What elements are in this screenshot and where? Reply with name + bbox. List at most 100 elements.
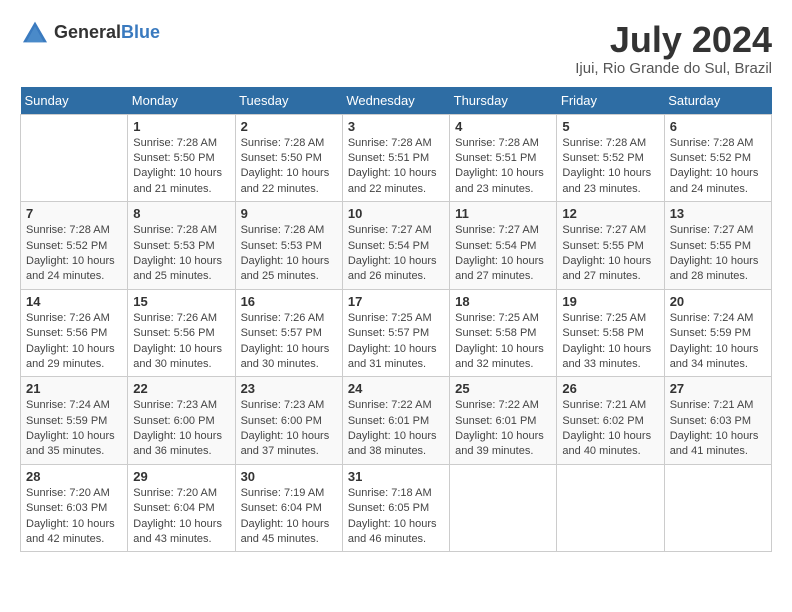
- calendar-cell: 29 Sunrise: 7:20 AMSunset: 6:04 PMDaylig…: [128, 464, 235, 552]
- cell-info: Sunrise: 7:26 AMSunset: 5:56 PMDaylight:…: [26, 312, 115, 370]
- calendar-header-row: Sunday Monday Tuesday Wednesday Thursday…: [21, 87, 772, 115]
- day-number: 11: [455, 206, 551, 221]
- logo-blue: Blue: [121, 22, 160, 42]
- cell-info: Sunrise: 7:22 AMSunset: 6:01 PMDaylight:…: [455, 399, 544, 457]
- day-number: 15: [133, 294, 229, 309]
- calendar-week-row: 14 Sunrise: 7:26 AMSunset: 5:56 PMDaylig…: [21, 289, 772, 377]
- day-number: 16: [241, 294, 337, 309]
- day-number: 6: [670, 119, 766, 134]
- day-number: 30: [241, 469, 337, 484]
- calendar-cell: [21, 114, 128, 202]
- cell-info: Sunrise: 7:28 AMSunset: 5:53 PMDaylight:…: [241, 224, 330, 282]
- cell-info: Sunrise: 7:28 AMSunset: 5:52 PMDaylight:…: [670, 137, 759, 195]
- cell-info: Sunrise: 7:18 AMSunset: 6:05 PMDaylight:…: [348, 487, 437, 545]
- calendar-cell: 18 Sunrise: 7:25 AMSunset: 5:58 PMDaylig…: [450, 289, 557, 377]
- cell-info: Sunrise: 7:20 AMSunset: 6:04 PMDaylight:…: [133, 487, 222, 545]
- calendar-cell: 23 Sunrise: 7:23 AMSunset: 6:00 PMDaylig…: [235, 377, 342, 465]
- col-tuesday: Tuesday: [235, 87, 342, 115]
- cell-info: Sunrise: 7:28 AMSunset: 5:52 PMDaylight:…: [26, 224, 115, 282]
- calendar-cell: 1 Sunrise: 7:28 AMSunset: 5:50 PMDayligh…: [128, 114, 235, 202]
- cell-info: Sunrise: 7:24 AMSunset: 5:59 PMDaylight:…: [26, 399, 115, 457]
- calendar-cell: 2 Sunrise: 7:28 AMSunset: 5:50 PMDayligh…: [235, 114, 342, 202]
- calendar-week-row: 7 Sunrise: 7:28 AMSunset: 5:52 PMDayligh…: [21, 202, 772, 290]
- cell-info: Sunrise: 7:27 AMSunset: 5:55 PMDaylight:…: [562, 224, 651, 282]
- calendar-cell: 20 Sunrise: 7:24 AMSunset: 5:59 PMDaylig…: [664, 289, 771, 377]
- cell-info: Sunrise: 7:27 AMSunset: 5:55 PMDaylight:…: [670, 224, 759, 282]
- calendar-week-row: 1 Sunrise: 7:28 AMSunset: 5:50 PMDayligh…: [21, 114, 772, 202]
- logo-icon: [20, 20, 50, 44]
- calendar-cell: 12 Sunrise: 7:27 AMSunset: 5:55 PMDaylig…: [557, 202, 664, 290]
- calendar-cell: 3 Sunrise: 7:28 AMSunset: 5:51 PMDayligh…: [342, 114, 449, 202]
- day-number: 10: [348, 206, 444, 221]
- day-number: 23: [241, 381, 337, 396]
- cell-info: Sunrise: 7:21 AMSunset: 6:03 PMDaylight:…: [670, 399, 759, 457]
- col-saturday: Saturday: [664, 87, 771, 115]
- cell-info: Sunrise: 7:19 AMSunset: 6:04 PMDaylight:…: [241, 487, 330, 545]
- col-friday: Friday: [557, 87, 664, 115]
- cell-info: Sunrise: 7:25 AMSunset: 5:58 PMDaylight:…: [455, 312, 544, 370]
- col-monday: Monday: [128, 87, 235, 115]
- calendar-cell: 26 Sunrise: 7:21 AMSunset: 6:02 PMDaylig…: [557, 377, 664, 465]
- cell-info: Sunrise: 7:22 AMSunset: 6:01 PMDaylight:…: [348, 399, 437, 457]
- calendar-cell: 14 Sunrise: 7:26 AMSunset: 5:56 PMDaylig…: [21, 289, 128, 377]
- day-number: 28: [26, 469, 122, 484]
- calendar-cell: 13 Sunrise: 7:27 AMSunset: 5:55 PMDaylig…: [664, 202, 771, 290]
- col-thursday: Thursday: [450, 87, 557, 115]
- day-number: 18: [455, 294, 551, 309]
- day-number: 25: [455, 381, 551, 396]
- main-title: July 2024: [575, 20, 772, 60]
- day-number: 19: [562, 294, 658, 309]
- cell-info: Sunrise: 7:28 AMSunset: 5:50 PMDaylight:…: [133, 137, 222, 195]
- day-number: 7: [26, 206, 122, 221]
- day-number: 13: [670, 206, 766, 221]
- cell-info: Sunrise: 7:25 AMSunset: 5:57 PMDaylight:…: [348, 312, 437, 370]
- cell-info: Sunrise: 7:27 AMSunset: 5:54 PMDaylight:…: [348, 224, 437, 282]
- logo-text: GeneralBlue: [54, 22, 160, 43]
- cell-info: Sunrise: 7:28 AMSunset: 5:53 PMDaylight:…: [133, 224, 222, 282]
- col-wednesday: Wednesday: [342, 87, 449, 115]
- col-sunday: Sunday: [21, 87, 128, 115]
- day-number: 1: [133, 119, 229, 134]
- page-header: GeneralBlue July 2024 Ijui, Rio Grande d…: [20, 20, 772, 77]
- calendar-cell: 28 Sunrise: 7:20 AMSunset: 6:03 PMDaylig…: [21, 464, 128, 552]
- calendar-cell: 4 Sunrise: 7:28 AMSunset: 5:51 PMDayligh…: [450, 114, 557, 202]
- calendar-cell: [664, 464, 771, 552]
- calendar-cell: 19 Sunrise: 7:25 AMSunset: 5:58 PMDaylig…: [557, 289, 664, 377]
- day-number: 5: [562, 119, 658, 134]
- calendar-cell: 6 Sunrise: 7:28 AMSunset: 5:52 PMDayligh…: [664, 114, 771, 202]
- calendar-cell: 15 Sunrise: 7:26 AMSunset: 5:56 PMDaylig…: [128, 289, 235, 377]
- cell-info: Sunrise: 7:23 AMSunset: 6:00 PMDaylight:…: [241, 399, 330, 457]
- day-number: 3: [348, 119, 444, 134]
- calendar-cell: 25 Sunrise: 7:22 AMSunset: 6:01 PMDaylig…: [450, 377, 557, 465]
- day-number: 29: [133, 469, 229, 484]
- calendar-week-row: 28 Sunrise: 7:20 AMSunset: 6:03 PMDaylig…: [21, 464, 772, 552]
- logo: GeneralBlue: [20, 20, 160, 44]
- calendar-cell: 30 Sunrise: 7:19 AMSunset: 6:04 PMDaylig…: [235, 464, 342, 552]
- calendar-cell: 10 Sunrise: 7:27 AMSunset: 5:54 PMDaylig…: [342, 202, 449, 290]
- day-number: 27: [670, 381, 766, 396]
- cell-info: Sunrise: 7:24 AMSunset: 5:59 PMDaylight:…: [670, 312, 759, 370]
- day-number: 9: [241, 206, 337, 221]
- cell-info: Sunrise: 7:28 AMSunset: 5:51 PMDaylight:…: [348, 137, 437, 195]
- cell-info: Sunrise: 7:23 AMSunset: 6:00 PMDaylight:…: [133, 399, 222, 457]
- location-subtitle: Ijui, Rio Grande do Sul, Brazil: [575, 60, 772, 77]
- day-number: 12: [562, 206, 658, 221]
- cell-info: Sunrise: 7:21 AMSunset: 6:02 PMDaylight:…: [562, 399, 651, 457]
- day-number: 20: [670, 294, 766, 309]
- calendar-cell: 22 Sunrise: 7:23 AMSunset: 6:00 PMDaylig…: [128, 377, 235, 465]
- calendar-cell: 17 Sunrise: 7:25 AMSunset: 5:57 PMDaylig…: [342, 289, 449, 377]
- calendar-cell: [557, 464, 664, 552]
- day-number: 24: [348, 381, 444, 396]
- calendar-week-row: 21 Sunrise: 7:24 AMSunset: 5:59 PMDaylig…: [21, 377, 772, 465]
- day-number: 14: [26, 294, 122, 309]
- day-number: 31: [348, 469, 444, 484]
- day-number: 4: [455, 119, 551, 134]
- day-number: 8: [133, 206, 229, 221]
- calendar-cell: 21 Sunrise: 7:24 AMSunset: 5:59 PMDaylig…: [21, 377, 128, 465]
- cell-info: Sunrise: 7:28 AMSunset: 5:51 PMDaylight:…: [455, 137, 544, 195]
- calendar-cell: 24 Sunrise: 7:22 AMSunset: 6:01 PMDaylig…: [342, 377, 449, 465]
- day-number: 26: [562, 381, 658, 396]
- cell-info: Sunrise: 7:28 AMSunset: 5:52 PMDaylight:…: [562, 137, 651, 195]
- logo-general: General: [54, 22, 121, 42]
- cell-info: Sunrise: 7:28 AMSunset: 5:50 PMDaylight:…: [241, 137, 330, 195]
